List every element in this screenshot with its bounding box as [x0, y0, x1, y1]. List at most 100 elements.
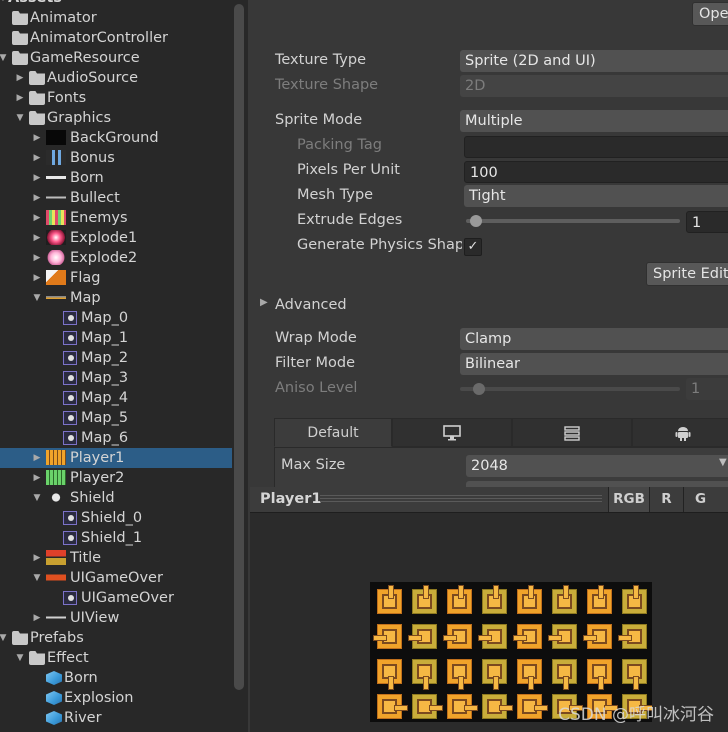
sprite-mode-dropdown[interactable]: Multiple — [460, 110, 728, 132]
r-channel-button[interactable]: R — [649, 487, 683, 512]
tree-item[interactable]: Map_4 — [0, 388, 232, 408]
tree-item[interactable]: ▼ Graphics — [0, 108, 232, 128]
tree-item-label: Map — [70, 290, 101, 306]
expand-right-arrow-icon[interactable]: ▶ — [32, 608, 42, 628]
expand-down-arrow-icon[interactable]: ▼ — [0, 0, 8, 8]
texture-type-dropdown[interactable]: Sprite (2D and UI) — [460, 50, 728, 72]
expand-down-arrow-icon[interactable]: ▼ — [0, 48, 8, 68]
tree-item-label: Shield_1 — [81, 530, 143, 546]
advanced-foldout-label[interactable]: Advanced — [275, 297, 347, 313]
expand-right-arrow-icon[interactable]: ▶ — [32, 168, 42, 188]
tree-item[interactable]: Map_0 — [0, 308, 232, 328]
expand-down-arrow-icon[interactable]: ▼ — [15, 108, 25, 128]
sprite-editor-button[interactable]: Sprite Edito — [646, 262, 728, 286]
tree-item[interactable]: ▶ BackGround — [0, 128, 232, 148]
preview-header: Player1 RGB R G — [250, 487, 728, 513]
tree-item[interactable]: ▼ Prefabs — [0, 628, 232, 648]
tree-item[interactable]: Explosion — [0, 688, 232, 708]
tank-sprite — [513, 690, 548, 722]
tree-item[interactable]: Map_1 — [0, 328, 232, 348]
mesh-type-dropdown[interactable]: Tight — [464, 185, 728, 207]
max-size-dropdown[interactable]: 2048 — [466, 455, 728, 477]
tree-item[interactable]: ▶ Fonts — [0, 88, 232, 108]
extrude-edges-slider[interactable] — [466, 219, 680, 223]
tree-item[interactable]: River — [0, 708, 232, 728]
expand-right-arrow-icon[interactable]: ▶ — [32, 468, 42, 488]
preview-panel: Player1 RGB R G CSDN @呼叫冰河谷 — [250, 487, 728, 732]
tree-item[interactable]: ▶ Player1 — [0, 448, 232, 468]
tree-item[interactable]: ▼ GameResource — [0, 48, 232, 68]
tree-item[interactable]: ▶ Explode2 — [0, 248, 232, 268]
wrap-mode-dropdown[interactable]: Clamp — [460, 328, 728, 350]
pixels-per-unit-input[interactable]: 100 — [464, 161, 728, 183]
advanced-foldout-arrow-icon[interactable]: ▶ — [260, 297, 268, 308]
tree-item[interactable]: Animator — [0, 8, 232, 28]
extrude-edges-slider-knob[interactable] — [470, 215, 482, 227]
tree-item[interactable]: ▶ Explode1 — [0, 228, 232, 248]
packing-tag-input[interactable] — [464, 136, 728, 158]
tree-item[interactable]: Map_6 — [0, 428, 232, 448]
tree-item[interactable]: ▶ Born — [0, 168, 232, 188]
tab-android[interactable] — [632, 418, 728, 447]
open-button[interactable]: Ope — [692, 2, 728, 26]
tank-sprite — [443, 655, 476, 690]
expand-down-arrow-icon[interactable]: ▼ — [0, 628, 8, 648]
tree-item[interactable]: ▶ Title — [0, 548, 232, 568]
expand-right-arrow-icon[interactable]: ▶ — [32, 548, 42, 568]
tree-item[interactable]: ▼ UIGameOver — [0, 568, 232, 588]
tree-item[interactable]: ▶ Flag — [0, 268, 232, 288]
folder-icon — [29, 91, 45, 105]
tank-sprite — [513, 585, 546, 618]
texture-thumbnail-icon — [46, 250, 66, 265]
project-scrollbar[interactable] — [234, 4, 244, 690]
tab-server[interactable] — [512, 418, 632, 447]
tree-item[interactable]: ▶ Enemys — [0, 208, 232, 228]
expand-right-arrow-icon[interactable]: ▶ — [15, 88, 25, 108]
tree-item[interactable]: AnimatorController — [0, 28, 232, 48]
filter-mode-dropdown[interactable]: Bilinear — [460, 353, 728, 375]
expand-right-arrow-icon[interactable]: ▶ — [32, 188, 42, 208]
tree-item[interactable]: Born — [0, 668, 232, 688]
watermark: CSDN @呼叫冰河谷 — [558, 705, 714, 725]
folder-icon — [29, 111, 45, 125]
expand-down-arrow-icon[interactable]: ▼ — [32, 488, 42, 508]
expand-right-arrow-icon[interactable]: ▶ — [32, 268, 42, 288]
expand-right-arrow-icon[interactable]: ▶ — [32, 148, 42, 168]
expand-right-arrow-icon[interactable]: ▶ — [32, 448, 42, 468]
tree-item[interactable]: UIGameOver — [0, 588, 232, 608]
expand-down-arrow-icon[interactable]: ▼ — [32, 568, 42, 588]
expand-right-arrow-icon[interactable]: ▶ — [32, 128, 42, 148]
tree-item-label: Shield — [70, 490, 115, 506]
tank-sprite — [513, 655, 546, 690]
texture-thumbnail-icon — [46, 470, 66, 485]
tree-item[interactable]: Map_2 — [0, 348, 232, 368]
tree-item[interactable]: Shield_0 — [0, 508, 232, 528]
expand-right-arrow-icon[interactable]: ▶ — [32, 248, 42, 268]
expand-down-arrow-icon[interactable]: ▼ — [15, 648, 25, 668]
expand-right-arrow-icon[interactable]: ▶ — [32, 228, 42, 248]
tab-standalone[interactable] — [392, 418, 512, 447]
expand-down-arrow-icon[interactable]: ▼ — [32, 288, 42, 308]
tree-item[interactable]: Map_3 — [0, 368, 232, 388]
expand-right-arrow-icon[interactable]: ▶ — [32, 208, 42, 228]
tree-item[interactable]: Shield_1 — [0, 528, 232, 548]
tree-item[interactable]: Map_5 — [0, 408, 232, 428]
tree-item[interactable]: ▶ Bonus — [0, 148, 232, 168]
tree-item[interactable]: ▼ Map — [0, 288, 232, 308]
g-channel-button[interactable]: G — [683, 487, 717, 512]
generate-physics-shape-checkbox[interactable]: ✓ — [464, 238, 482, 256]
tree-item[interactable]: ▶ Bullect — [0, 188, 232, 208]
tree-item[interactable]: ▶ Player2 — [0, 468, 232, 488]
tab-default[interactable]: Default — [274, 418, 392, 447]
tree-item[interactable]: ▼ Effect — [0, 648, 232, 668]
extrude-edges-input[interactable]: 1 — [686, 211, 728, 233]
tree-item[interactable]: ▶ AudioSource — [0, 68, 232, 88]
tree-item[interactable]: ▼ Shield — [0, 488, 232, 508]
tree-item[interactable]: ▼Assets — [0, 0, 232, 8]
tree-item[interactable]: ▶ UIView — [0, 608, 232, 628]
preview-drag-handle[interactable] — [320, 495, 602, 503]
expand-right-arrow-icon[interactable]: ▶ — [15, 68, 25, 88]
rgb-channel-button[interactable]: RGB — [608, 487, 649, 512]
tank-sprite — [478, 690, 513, 722]
platform-tabs: Default — [274, 418, 728, 448]
